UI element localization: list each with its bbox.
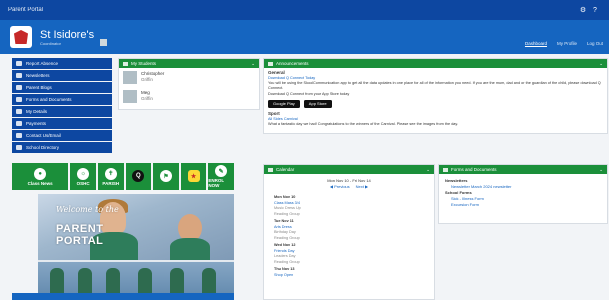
- user-icon: [16, 109, 22, 114]
- menu-contact[interactable]: Contact Us/Email: [12, 130, 112, 141]
- banner-welcome: Welcome to the: [56, 205, 119, 214]
- calendar-title: Calendar: [276, 167, 295, 172]
- announcement-heading: General: [268, 70, 285, 75]
- flag-icon: ⚑: [159, 170, 172, 182]
- project-icon: ★: [187, 170, 200, 182]
- list-icon: [16, 145, 22, 150]
- calendar-event[interactable]: Reading Group: [274, 212, 424, 218]
- app-title: Parent Portal: [8, 7, 44, 13]
- school-subtitle: Coordinator: [40, 40, 61, 46]
- calendar-event[interactable]: Reading Group: [274, 260, 424, 266]
- my-profile-link[interactable]: My Profile: [557, 41, 577, 46]
- avatar: [123, 90, 137, 103]
- settings-icon[interactable]: ⚙: [577, 6, 589, 14]
- banner-title: PARENT PORTAL: [56, 223, 104, 247]
- next-week-button[interactable]: Next ▶: [356, 184, 368, 189]
- main-menu: Report Absence Newsletters Parent Blogs …: [12, 58, 112, 154]
- google-play-badge[interactable]: Google Play: [268, 99, 300, 108]
- card-icon: [16, 121, 22, 126]
- sun-icon: ☼: [77, 167, 90, 180]
- announcement-text: What a fantastic day we had! Congratulat…: [268, 121, 459, 126]
- menu-school-directory[interactable]: School Directory: [12, 142, 112, 153]
- calendar-range: Mon Nov 10 - Fri Nov 14: [327, 178, 371, 183]
- enrol-now-tile[interactable]: ✎ ENROL NOW: [208, 163, 234, 190]
- menu-parent-blogs[interactable]: Parent Blogs: [12, 82, 112, 93]
- people-icon: ●: [34, 167, 47, 180]
- document-icon: [16, 97, 22, 102]
- forms-title: Forms and Documents: [451, 167, 497, 172]
- announcement-text: You will be using the SkoolCommunication…: [268, 81, 601, 91]
- menu-payments[interactable]: Payments: [12, 118, 112, 129]
- header-links: Dashboard My Profile Log Out: [525, 41, 603, 46]
- previous-week-button[interactable]: ◀ Previous: [330, 184, 350, 189]
- dashboard-link[interactable]: Dashboard: [525, 41, 547, 46]
- student-item[interactable]: Meg Griffin: [119, 87, 259, 106]
- students-title: My Students: [131, 61, 157, 66]
- calendar-panel: Calendar ⌄ Mon Nov 10 - Fri Nov 14 ◀ Prev…: [263, 164, 435, 300]
- app-store-badge[interactable]: App Store: [303, 99, 332, 108]
- announcements-title: Announcements: [276, 61, 309, 66]
- oshc-tile[interactable]: ☼ OSHC: [70, 163, 96, 190]
- banner-photo-top: Welcome to the PARENT PORTAL: [38, 194, 234, 260]
- collapse-icon[interactable]: ⌄: [426, 167, 430, 173]
- school-header: St Isidore's Coordinator Dashboard My Pr…: [0, 20, 609, 54]
- school-logo: [10, 26, 32, 48]
- announcement-note: Download Q Connect from your App Store t…: [268, 91, 350, 96]
- calendar-icon: [268, 167, 273, 172]
- menu-my-details[interactable]: My Details: [12, 106, 112, 117]
- top-bar: Parent Portal ⚙ ?: [0, 0, 609, 20]
- student-item[interactable]: Christopher Griffin: [119, 68, 259, 87]
- school-switch-icon[interactable]: [100, 38, 108, 46]
- qkr-icon: Q: [132, 170, 145, 182]
- calendar-icon: [16, 61, 22, 66]
- announcements-panel: Announcements ⌄ General Download Q Connec…: [263, 58, 608, 134]
- church-icon: ✝: [104, 167, 117, 180]
- newspaper-icon: [16, 73, 22, 78]
- quick-tiles: ● Class News ☼ OSHC ✝ PARISH Q ⚑ ★ ✎ ENROL N…: [12, 163, 234, 190]
- document-icon: [443, 167, 448, 172]
- logout-link[interactable]: Log Out: [587, 41, 603, 46]
- menu-forms-documents[interactable]: Forms and Documents: [12, 94, 112, 105]
- help-icon[interactable]: ?: [589, 7, 601, 14]
- parent-portal-banner: Welcome to the PARENT PORTAL: [38, 194, 234, 300]
- menu-report-absence[interactable]: Report Absence: [12, 58, 112, 69]
- enrol-icon: ✎: [215, 165, 228, 177]
- avatar: [123, 71, 137, 84]
- students-icon: [123, 61, 128, 66]
- school-name: St Isidore's: [40, 28, 95, 41]
- menu-newsletters[interactable]: Newsletters: [12, 70, 112, 81]
- footer-strip: [12, 293, 234, 300]
- document-link[interactable]: Excursion Form: [445, 202, 601, 208]
- calendar-event[interactable]: Shop Open: [274, 273, 424, 279]
- collapse-icon[interactable]: ⌄: [251, 61, 255, 67]
- calendar-event[interactable]: Reading Group: [274, 236, 424, 242]
- megaphone-icon: [268, 61, 273, 66]
- collapse-icon[interactable]: ⌄: [599, 61, 603, 67]
- class-news-tile[interactable]: ● Class News: [12, 163, 69, 190]
- my-students-panel: My Students ⌄ Christopher Griffin Meg Griff…: [118, 58, 260, 110]
- bell-icon: [16, 85, 22, 90]
- qkr-tile[interactable]: Q: [125, 163, 152, 190]
- collapse-icon[interactable]: ⌄: [599, 167, 603, 173]
- calendar-events: Mon Nov 10 Class Mass 3/4 Music Dress Up…: [264, 189, 434, 282]
- flag-tile[interactable]: ⚑: [153, 163, 179, 190]
- parish-tile[interactable]: ✝ PARISH: [97, 163, 124, 190]
- project-tile[interactable]: ★: [180, 163, 207, 190]
- announcement-heading: Sport: [268, 110, 280, 116]
- forms-documents-panel: Forms and Documents ⌄ Newsletters Newslet…: [438, 164, 608, 224]
- mail-icon: [16, 133, 22, 138]
